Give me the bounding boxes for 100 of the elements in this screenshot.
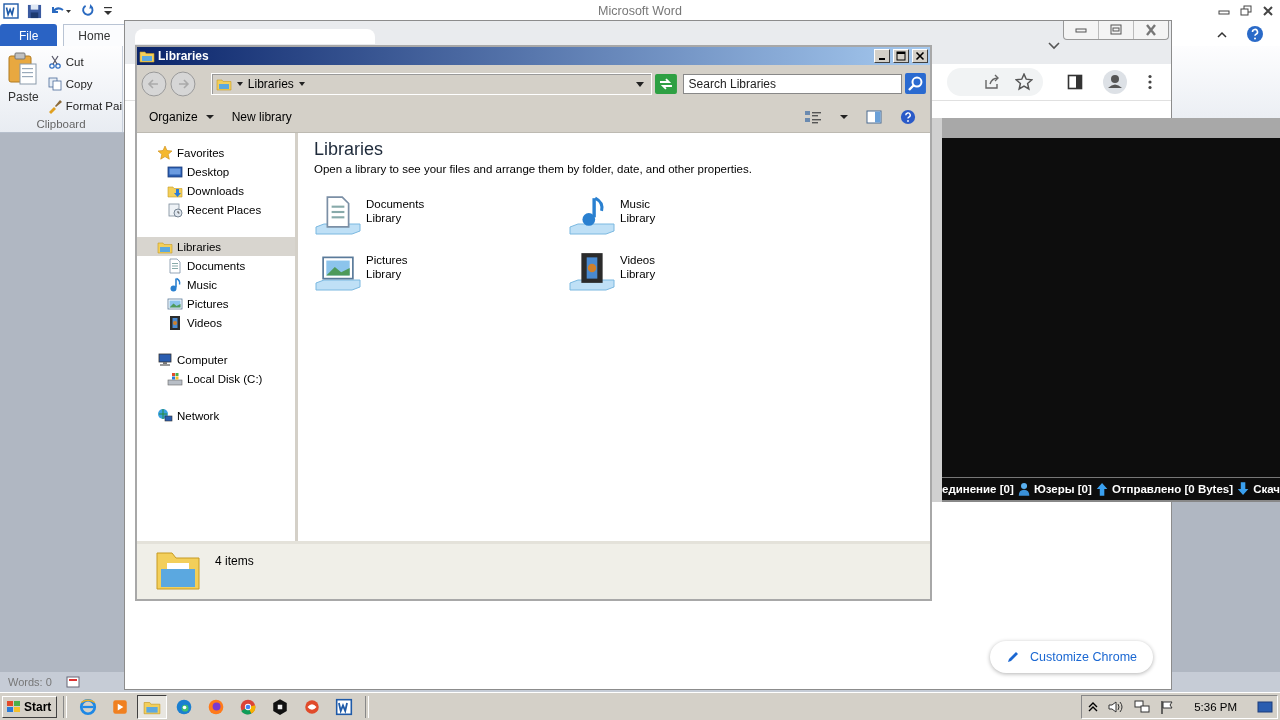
help-icon[interactable]	[900, 109, 916, 125]
refresh-icon[interactable]	[654, 73, 677, 94]
ribbon-tab[interactable]: Home	[63, 24, 126, 46]
caret-icon[interactable]	[840, 114, 848, 120]
close-icon[interactable]	[1262, 5, 1274, 17]
share-icon[interactable]	[983, 74, 1001, 90]
nav-item[interactable]: Libraries	[137, 237, 295, 256]
library-item[interactable]: Pictures Library	[314, 243, 568, 291]
window-title: Libraries	[158, 49, 209, 63]
status-text: Отправлено [0 Bytes]	[1111, 483, 1234, 495]
address-bar[interactable]: Libraries	[210, 72, 652, 95]
nav-item[interactable]: Favorites	[137, 143, 295, 162]
file-tab[interactable]: File	[0, 24, 58, 46]
restore-icon[interactable]	[1240, 5, 1252, 17]
browser-e-icon	[79, 697, 98, 716]
library-folder-icon	[139, 48, 155, 64]
preview-pane-icon[interactable]	[866, 110, 882, 124]
computer-icon	[157, 351, 173, 368]
nav-item[interactable]: Downloads	[137, 181, 295, 200]
chrome-ball-icon	[239, 697, 258, 716]
clock[interactable]: 5:36 PM	[1194, 700, 1237, 713]
paste-button[interactable]: Paste	[6, 50, 41, 118]
network-icon[interactable]	[1134, 699, 1151, 714]
stand-icon	[314, 223, 362, 235]
search-icon[interactable]	[905, 73, 926, 94]
down-arrow-icon	[1237, 480, 1250, 498]
stand-icon	[568, 279, 616, 291]
close-button[interactable]	[912, 49, 928, 63]
tab-search-caret-icon[interactable]	[1047, 41, 1061, 51]
picture-icon	[167, 295, 183, 312]
item-count: 4 items	[215, 553, 254, 568]
nav-item[interactable]: Videos	[137, 313, 295, 332]
ribbon-command[interactable]: Cut	[46, 52, 122, 71]
hexagon-icon	[271, 697, 290, 716]
dropdown-caret-icon[interactable]	[634, 79, 645, 88]
flag-icon[interactable]	[1160, 699, 1175, 714]
status-text: Юзеры [0]	[1033, 483, 1092, 495]
star-icon	[157, 144, 173, 161]
library-item[interactable]: Videos Library	[568, 243, 822, 291]
collapse-ribbon-icon[interactable]	[1216, 29, 1228, 39]
fox-globe-icon	[207, 697, 226, 716]
help-icon[interactable]	[1246, 25, 1264, 43]
film-icon	[167, 314, 183, 331]
copy-icon	[46, 75, 63, 92]
close-icon	[915, 51, 925, 61]
search-field[interactable]: Search Libraries	[682, 73, 903, 94]
start-button[interactable]: Start	[2, 695, 58, 718]
bookmark-star-icon[interactable]	[1015, 73, 1033, 91]
disk-drive-icon	[167, 370, 183, 387]
word-logo-icon[interactable]	[3, 3, 19, 19]
user-icon	[1017, 480, 1030, 498]
ribbon-command[interactable]: Copy	[46, 74, 122, 93]
group-label: Clipboard	[35, 118, 87, 132]
ribbon-command[interactable]: Format Pai	[46, 96, 122, 115]
word-w-icon	[335, 697, 354, 716]
caret-icon[interactable]	[297, 79, 306, 88]
redo-icon[interactable]	[80, 3, 95, 19]
document-icon	[167, 257, 183, 274]
views-icon[interactable]	[804, 109, 822, 125]
save-icon[interactable]	[27, 3, 42, 19]
proofing-icon[interactable]	[65, 676, 80, 688]
stand-icon	[314, 279, 362, 291]
play-icon	[111, 697, 130, 716]
maximize-button[interactable]	[893, 49, 909, 63]
speaker-icon[interactable]	[1108, 699, 1125, 714]
maximize-icon	[896, 51, 906, 61]
side-panel-icon[interactable]	[1067, 74, 1083, 90]
menu-icon[interactable]	[1147, 74, 1153, 90]
clock-document-icon	[167, 201, 183, 218]
status-text: единение [0]	[942, 483, 1014, 495]
nav-item[interactable]: Network	[137, 406, 295, 425]
window-title: Microsoft Word	[598, 4, 682, 18]
nav-item[interactable]: Recent Places	[137, 200, 295, 219]
customize-caret-icon[interactable]	[103, 5, 113, 17]
taskbar-app[interactable]	[137, 694, 168, 719]
show-desktop-icon[interactable]	[1257, 699, 1273, 714]
pencil-icon	[1006, 650, 1020, 664]
description: Open a library to see your files and arrange them by folder, date, and other properties.	[314, 163, 753, 175]
profile-icon[interactable]	[1103, 70, 1127, 94]
show-hidden-icons-icon[interactable]	[1088, 700, 1099, 713]
nav-item[interactable]: Desktop	[137, 162, 295, 181]
minimize-button[interactable]	[874, 49, 890, 63]
nav-item[interactable]: Pictures	[137, 294, 295, 313]
music-note-icon	[167, 276, 183, 293]
nav-item[interactable]: Documents	[137, 256, 295, 275]
new-library-button[interactable]: New library	[231, 110, 292, 124]
library-item[interactable]: Music Library	[568, 187, 822, 235]
customize-chrome-button[interactable]: Customize Chrome	[990, 641, 1153, 673]
nav-item[interactable]: Computer	[137, 350, 295, 369]
caret-icon[interactable]	[235, 79, 244, 88]
organize-menu[interactable]: Organize	[149, 110, 214, 124]
clipboard-icon	[7, 52, 40, 86]
caret-icon	[205, 114, 214, 120]
nav-item[interactable]: Local Disk (C:)	[137, 369, 295, 388]
scissors-icon	[46, 53, 63, 70]
address-bar[interactable]	[947, 68, 1043, 96]
library-item[interactable]: Documents Library	[314, 187, 568, 235]
monitor-icon	[167, 163, 183, 180]
breadcrumb[interactable]: Libraries	[247, 76, 294, 91]
nav-item[interactable]: Music	[137, 275, 295, 294]
